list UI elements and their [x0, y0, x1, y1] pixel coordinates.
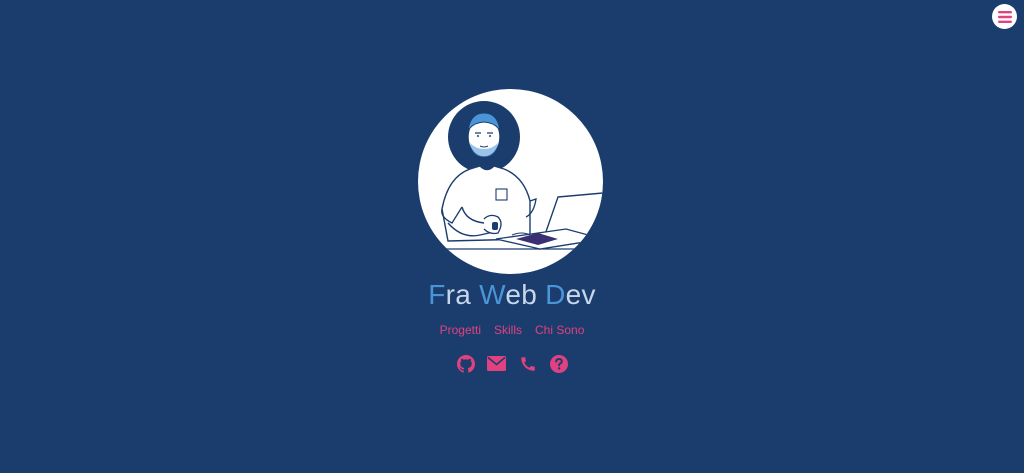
page: Fra Web Dev Progetti Skills Chi Sono: [0, 0, 1024, 473]
nav-link-progetti[interactable]: Progetti: [440, 322, 481, 338]
brand-title: Fra Web Dev: [0, 278, 1024, 312]
question-circle-icon: [549, 354, 568, 373]
brand-word-rest: eb: [505, 279, 538, 310]
avatar: [418, 89, 603, 274]
social-links: [0, 354, 1024, 373]
nav-link-chi-sono[interactable]: Chi Sono: [535, 322, 584, 338]
phone-link[interactable]: [518, 354, 537, 373]
brand-initial: D: [545, 279, 566, 310]
nav-link-skills[interactable]: Skills: [494, 322, 522, 338]
developer-illustration: [418, 101, 603, 250]
github-icon: [456, 354, 475, 373]
hamburger-icon: [997, 10, 1012, 23]
phone-icon: [520, 356, 535, 371]
github-link[interactable]: [456, 354, 475, 373]
brand-initial: W: [479, 279, 506, 310]
brand-initial: F: [428, 279, 446, 310]
info-link[interactable]: [549, 354, 568, 373]
menu-toggle-button[interactable]: [992, 4, 1017, 29]
envelope-icon: [487, 356, 506, 371]
email-link[interactable]: [487, 354, 506, 373]
brand-word-rest: ev: [565, 279, 596, 310]
brand-word-rest: ra: [445, 279, 472, 310]
main-nav: Progetti Skills Chi Sono: [0, 322, 1024, 338]
